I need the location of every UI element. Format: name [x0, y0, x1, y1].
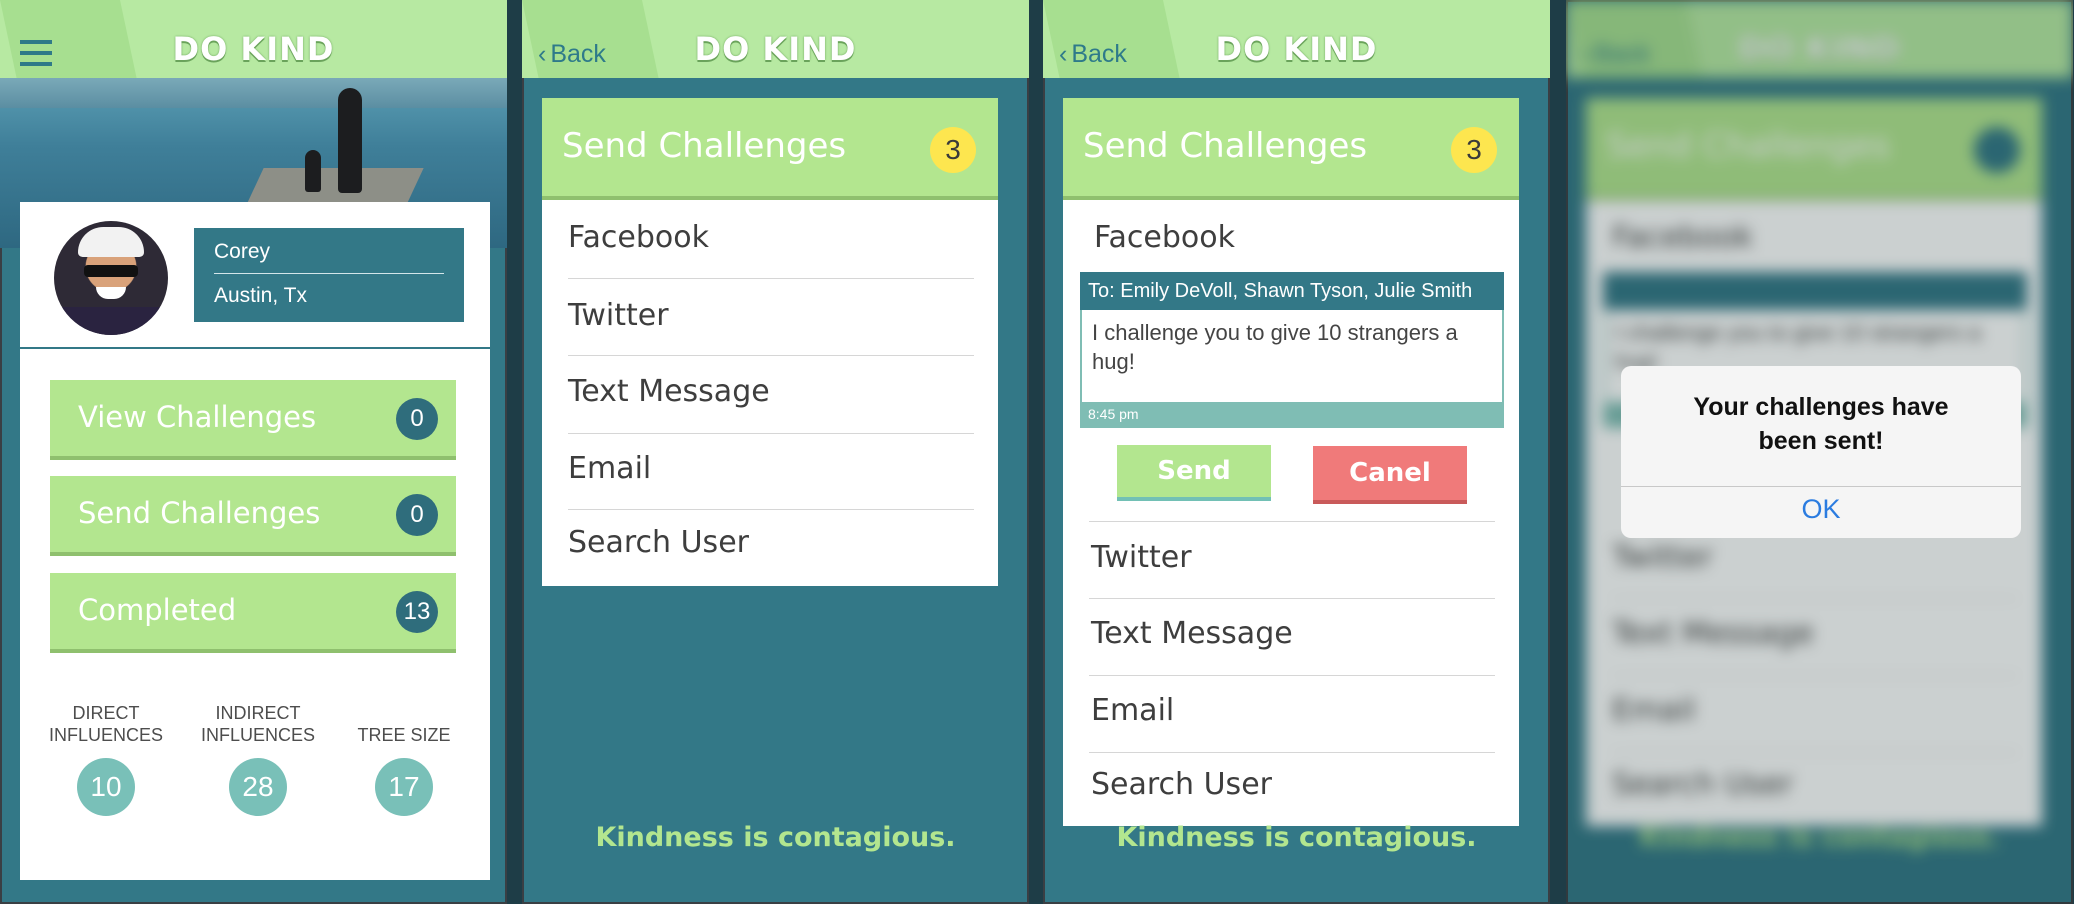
option-twitter[interactable]: Twitter [1091, 540, 1497, 575]
alert-message: Your challenges have been sent! [1693, 393, 1949, 455]
stat-value: 17 [375, 758, 433, 816]
option-search-user[interactable]: Search User [1091, 767, 1497, 802]
app-title: DO KIND [1215, 30, 1378, 68]
button-label: Completed [78, 593, 237, 627]
share-options-list: Facebook Twitter Text Message Email Sear… [542, 200, 998, 586]
challenge-count-badge: 3 [1451, 127, 1497, 173]
send-challenges-button[interactable]: Send Challenges 0 [50, 476, 456, 556]
app-title: DO KIND [694, 30, 857, 68]
completed-button[interactable]: Completed 13 [50, 573, 456, 653]
profile-screen: DO KIND Corey Austin, Tx View Challenges… [0, 0, 507, 904]
stat-direct-influences: DIRECT INFLUENCES 10 [36, 700, 176, 816]
user-name: Corey [214, 240, 444, 274]
button-label: Send Challenges [78, 496, 321, 530]
tagline: Kindness is contagious. [1116, 822, 1477, 853]
divider [20, 347, 490, 349]
cancel-button[interactable]: Canel [1313, 446, 1467, 504]
profile-card: Corey Austin, Tx View Challenges 0 Send … [20, 202, 490, 880]
count-badge: 0 [396, 398, 438, 440]
option-twitter[interactable]: Twitter [568, 298, 974, 333]
option-text-message[interactable]: Text Message [568, 374, 974, 409]
divider [1621, 486, 2021, 487]
send-challenges-screen: ‹ Back DO KIND Send Challenges 3 Facebook… [522, 0, 1029, 904]
option-email[interactable]: Email [568, 451, 974, 486]
stat-label: TREE SIZE [357, 725, 451, 745]
recipients-field[interactable]: To: Emily DeVoll, Shawn Tyson, Julie Smi… [1080, 272, 1504, 310]
confirmation-screen: ‹ Back DO KIND Send Challenges Facebook I… [1566, 0, 2073, 904]
view-challenges-button[interactable]: View Challenges 0 [50, 380, 456, 460]
option-facebook[interactable]: Facebook [1094, 220, 1500, 255]
option-search-user[interactable]: Search User [568, 525, 974, 560]
user-location: Austin, Tx [214, 284, 307, 307]
send-button[interactable]: Send [1117, 445, 1271, 501]
stat-label: INDIRECT INFLUENCES [200, 703, 316, 745]
alert-dialog: Your challenges have been sent! OK [1621, 366, 2021, 538]
header-title: Send Challenges [1083, 126, 1368, 166]
send-challenges-header: Send Challenges 3 [542, 98, 998, 200]
button-label: View Challenges [78, 400, 317, 434]
stat-label: DIRECT INFLUENCES [48, 703, 164, 745]
option-email[interactable]: Email [1091, 693, 1497, 728]
send-challenges-header: Send Challenges 3 [1063, 98, 1519, 200]
stat-indirect-influences: INDIRECT INFLUENCES 28 [188, 700, 328, 816]
stat-value: 10 [77, 758, 135, 816]
option-facebook[interactable]: Facebook [568, 220, 974, 255]
top-bar: DO KIND [0, 0, 507, 78]
app-title: DO KIND [172, 30, 335, 68]
top-bar: ‹ Back DO KIND [1043, 0, 1550, 78]
message-composer: To: Emily DeVoll, Shawn Tyson, Julie Smi… [1080, 272, 1504, 428]
ok-button[interactable]: OK [1621, 494, 2021, 525]
message-time: 8:45 pm [1088, 406, 1139, 422]
compose-screen: ‹ Back DO KIND Send Challenges 3 Facebook… [1043, 0, 1550, 904]
count-badge: 13 [396, 591, 438, 633]
top-bar: ‹ Back DO KIND [522, 0, 1029, 78]
stat-tree-size: TREE SIZE 17 [334, 700, 474, 816]
header-title: Send Challenges [562, 126, 847, 166]
user-info-box: Corey Austin, Tx [194, 228, 464, 322]
avatar [54, 221, 168, 335]
stat-value: 28 [229, 758, 287, 816]
option-text-message[interactable]: Text Message [1091, 616, 1497, 651]
message-input[interactable]: I challenge you to give 10 strangers a h… [1082, 310, 1502, 402]
share-options-list: Facebook To: Emily DeVoll, Shawn Tyson, … [1063, 200, 1519, 826]
tagline: Kindness is contagious. [595, 822, 956, 853]
challenge-count-badge: 3 [930, 127, 976, 173]
count-badge: 0 [396, 494, 438, 536]
